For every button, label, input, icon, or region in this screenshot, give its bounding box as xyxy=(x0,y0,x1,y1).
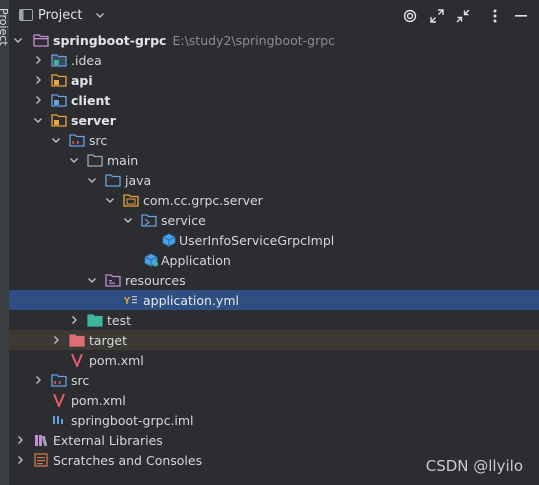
source-folder-icon xyxy=(105,174,121,187)
expand-all-icon[interactable] xyxy=(429,8,445,24)
tree-node-service[interactable]: service xyxy=(9,210,539,230)
source-root-folder-icon xyxy=(51,374,67,387)
project-view-title[interactable]: Project xyxy=(38,8,82,23)
test-folder-icon xyxy=(87,314,103,327)
service-impl-label: UserInfoServiceGrpcImpl xyxy=(179,233,335,248)
resources-folder-icon xyxy=(105,274,121,287)
libraries-icon xyxy=(35,435,48,447)
server-label: server xyxy=(71,113,116,128)
idea-label: .idea xyxy=(71,53,102,68)
module-folder-icon xyxy=(33,34,49,47)
java-label: java xyxy=(125,173,152,188)
module-folder-icon xyxy=(51,114,67,127)
tree-node-target[interactable]: target xyxy=(9,330,539,350)
scratches-label: Scratches and Consoles xyxy=(53,453,203,468)
tree-node-application-class[interactable]: Application xyxy=(9,250,539,270)
root-module-path: E:\study2\springboot-grpc xyxy=(172,33,336,48)
root-module-name: springboot-grpc xyxy=(53,33,167,48)
maven-icon xyxy=(71,353,83,367)
scratches-icon xyxy=(34,453,48,467)
tree-node-java[interactable]: java xyxy=(9,170,539,190)
server-src-label: src xyxy=(89,133,108,148)
target-label: target xyxy=(89,333,128,348)
package-icon xyxy=(141,214,157,227)
chevron-right-icon[interactable] xyxy=(33,75,43,85)
service-label: service xyxy=(161,213,206,228)
resources-label: resources xyxy=(125,273,186,288)
tree-node-server-src[interactable]: src xyxy=(9,130,539,150)
api-label: api xyxy=(71,73,93,88)
chevron-down-icon[interactable] xyxy=(87,275,97,285)
root-src-label: src xyxy=(71,373,90,388)
chevron-right-icon[interactable] xyxy=(33,55,43,65)
chevron-down-icon[interactable] xyxy=(33,115,43,125)
tree-node-root-pom[interactable]: pom.xml xyxy=(9,390,539,410)
module-folder-icon xyxy=(51,94,67,107)
package-label: com.cc.grpc.server xyxy=(143,193,263,208)
tree-node-package[interactable]: com.cc.grpc.server xyxy=(9,190,539,210)
root-module-label: springboot-grpc E:\study2\springboot-grpc xyxy=(53,33,335,48)
package-folder-icon xyxy=(123,194,139,207)
tree-node-idea[interactable]: .idea xyxy=(9,50,539,70)
tree-node-root-src[interactable]: src xyxy=(9,370,539,390)
locate-target-icon[interactable] xyxy=(402,8,418,24)
chevron-right-icon[interactable] xyxy=(51,335,61,345)
excluded-folder-icon xyxy=(69,334,85,347)
tree-node-main[interactable]: main xyxy=(9,150,539,170)
source-root-folder-icon xyxy=(69,134,85,147)
chevron-down-icon[interactable] xyxy=(123,215,133,225)
tree-node-server[interactable]: server xyxy=(9,110,539,130)
chevron-right-icon[interactable] xyxy=(69,315,79,325)
tree-node-resources[interactable]: resources xyxy=(9,270,539,290)
module-file-icon xyxy=(53,416,63,424)
chevron-down-icon[interactable] xyxy=(105,195,115,205)
tree-node-root-module[interactable]: springboot-grpc E:\study2\springboot-grpc xyxy=(9,30,539,50)
maven-icon xyxy=(53,393,65,407)
chevron-down-icon[interactable] xyxy=(69,155,79,165)
external-libraries-label: External Libraries xyxy=(53,433,163,448)
client-label: client xyxy=(71,93,111,108)
hide-panel-icon[interactable] xyxy=(513,8,529,24)
folder-icon xyxy=(87,154,103,167)
chevron-right-icon[interactable] xyxy=(33,95,43,105)
project-header: Project xyxy=(9,0,539,32)
collapse-all-icon[interactable] xyxy=(455,8,471,24)
root-pom-label: pom.xml xyxy=(71,393,126,408)
module-folder-icon xyxy=(51,74,67,87)
chevron-right-icon[interactable] xyxy=(15,435,25,445)
chevron-down-icon[interactable] xyxy=(87,175,97,185)
tree-node-service-impl[interactable]: UserInfoServiceGrpcImpl xyxy=(9,230,539,250)
application-class-label: Application xyxy=(161,253,231,268)
server-pom-label: pom.xml xyxy=(89,353,144,368)
java-class-icon xyxy=(162,233,176,247)
tree-node-iml[interactable]: springboot-grpc.iml xyxy=(9,410,539,430)
more-options-icon[interactable] xyxy=(487,8,503,24)
iml-label: springboot-grpc.iml xyxy=(71,413,194,428)
svg-text:Y: Y xyxy=(124,296,130,307)
tree-node-test[interactable]: test xyxy=(9,310,539,330)
chevron-down-icon[interactable] xyxy=(51,135,61,145)
main-label: main xyxy=(107,153,139,168)
chevron-right-icon[interactable] xyxy=(15,455,25,465)
tree-node-api[interactable]: api xyxy=(9,70,539,90)
tree-node-server-pom[interactable]: pom.xml xyxy=(9,350,539,370)
test-label: test xyxy=(107,313,132,328)
watermark: CSDN @llyilo xyxy=(425,457,523,475)
folder-icon xyxy=(51,54,67,67)
chevron-down-icon[interactable] xyxy=(13,35,23,45)
tree-node-external-libraries[interactable]: External Libraries xyxy=(9,430,539,450)
chevron-down-icon[interactable] xyxy=(95,10,105,20)
yaml-file-icon: Y xyxy=(124,296,137,307)
project-view-icon xyxy=(19,9,33,21)
java-class-icon xyxy=(144,253,158,267)
application-yml-label: application.yml xyxy=(143,293,239,308)
chevron-right-icon[interactable] xyxy=(33,375,43,385)
tree-node-application-yml[interactable]: Y application.yml xyxy=(9,290,539,310)
tree-node-client[interactable]: client xyxy=(9,90,539,110)
